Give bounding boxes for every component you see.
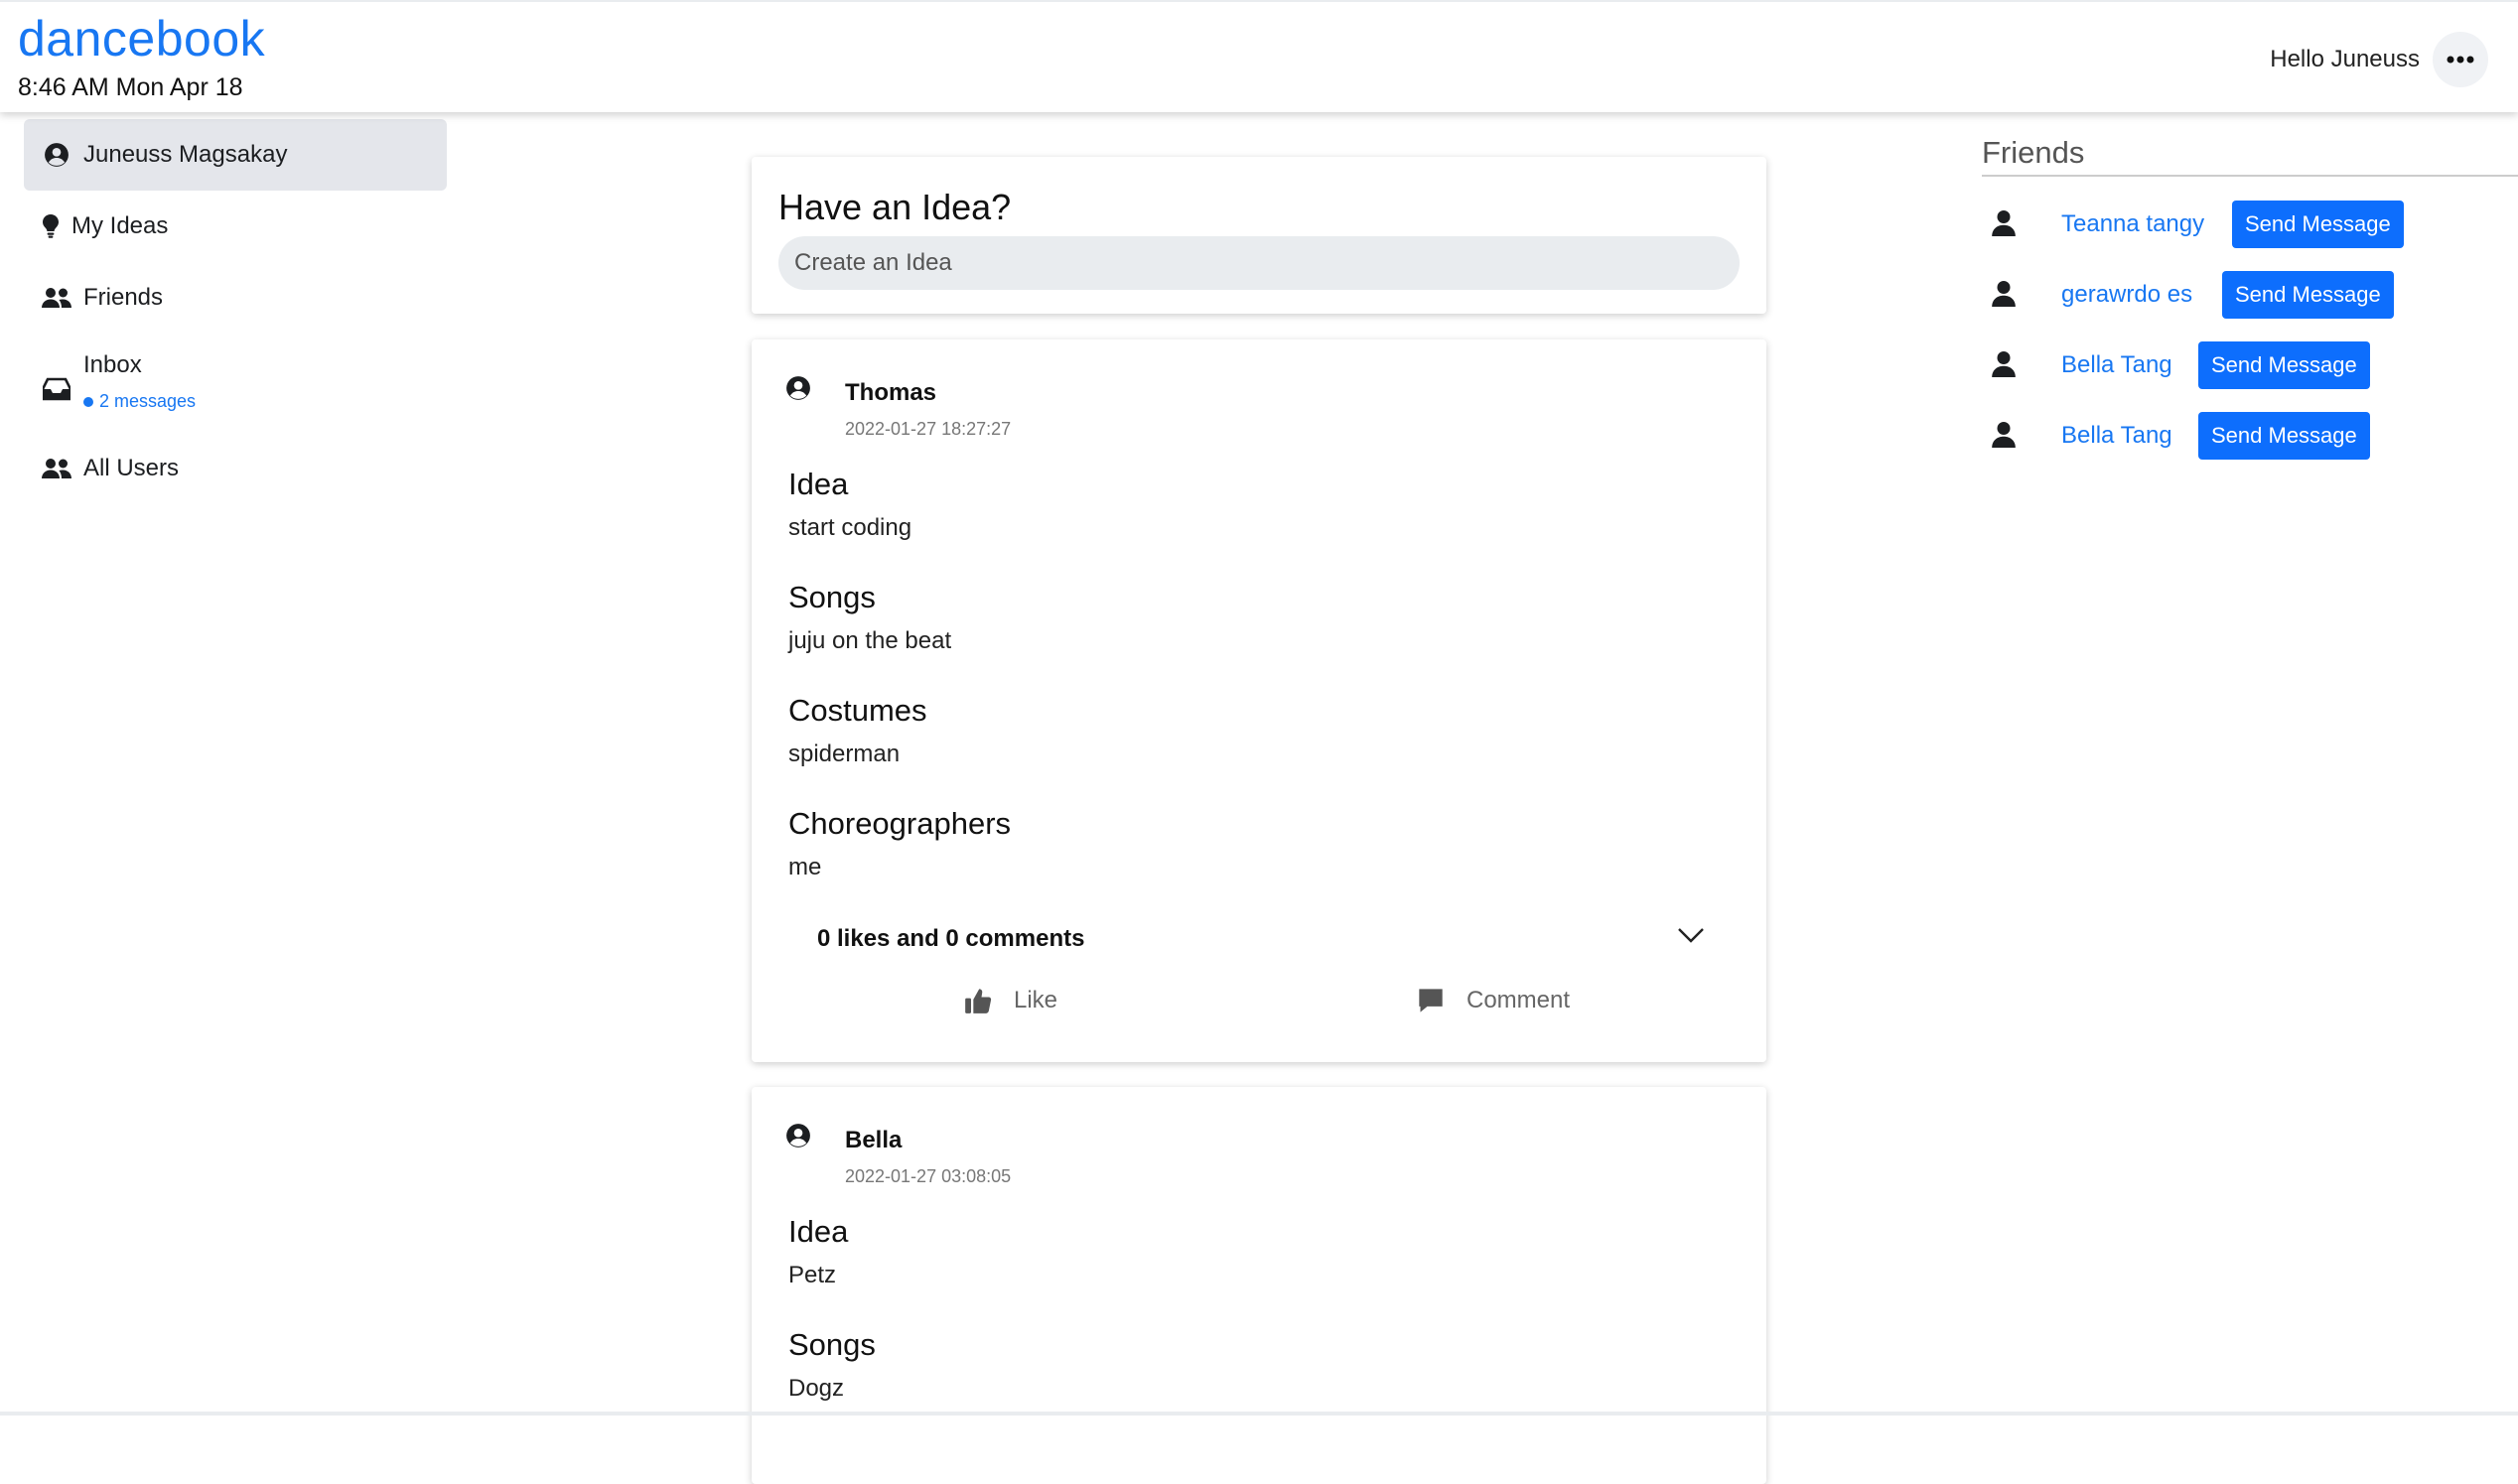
field-title-costumes: Costumes: [788, 693, 927, 728]
lightbulb-icon: [42, 212, 60, 240]
friend-row: Bella Tang Send Message: [1982, 402, 2518, 472]
inbox-icon: [42, 375, 71, 403]
field-title-idea: Idea: [788, 467, 849, 501]
comment-button[interactable]: Comment: [1417, 987, 1570, 1014]
send-message-button[interactable]: Send Message: [2198, 341, 2370, 389]
sidebar-item-label: Juneuss Magsakay: [83, 141, 288, 168]
field-title-songs: Songs: [788, 1327, 876, 1362]
idea-post: Thomas 2022-01-27 18:27:27 Idea start co…: [752, 339, 1766, 1062]
horizontal-scrollbar[interactable]: [0, 1412, 2518, 1416]
create-idea-input[interactable]: Create an Idea: [778, 236, 1740, 290]
friend-name-link[interactable]: Bella Tang: [2061, 351, 2172, 379]
more-dots-icon: [2447, 56, 2474, 64]
unread-dot-icon: [83, 396, 93, 407]
field-title-idea: Idea: [788, 1214, 849, 1249]
post-body: Idea start coding Songs juju on the beat…: [788, 467, 1727, 919]
user-circle-icon: [786, 1124, 810, 1147]
left-sidebar: Juneuss Magsakay My Ideas Friends Inbox …: [24, 119, 447, 504]
user-icon: [1992, 210, 2016, 236]
thumbs-up-icon: [965, 989, 992, 1013]
user-icon: [1992, 281, 2016, 307]
create-idea-title: Have an Idea?: [778, 187, 1012, 227]
send-message-button[interactable]: Send Message: [2232, 201, 2404, 248]
like-button[interactable]: Like: [964, 987, 1057, 1014]
users-icon: [42, 455, 71, 482]
greeting-text: Hello Juneuss: [2270, 46, 2420, 72]
field-value-idea: Petz: [788, 1262, 837, 1288]
sidebar-item-label: Friends: [83, 284, 164, 311]
sidebar-item-my-ideas[interactable]: My Ideas: [24, 191, 447, 262]
field-value-choreographers: me: [788, 854, 822, 880]
sidebar-item-profile[interactable]: Juneuss Magsakay: [24, 119, 447, 191]
sidebar-item-label: All Users: [83, 455, 180, 481]
friend-name-link[interactable]: Bella Tang: [2061, 422, 2172, 450]
send-message-button[interactable]: Send Message: [2222, 271, 2394, 319]
users-icon: [42, 284, 71, 312]
top-navbar: dancebook 8:46 AM Mon Apr 18 Hello Juneu…: [0, 0, 2518, 112]
more-options-button[interactable]: [2433, 32, 2488, 87]
user-icon: [1992, 422, 2016, 448]
friend-row: Teanna tangy Send Message: [1982, 191, 2518, 261]
clock-text: 8:46 AM Mon Apr 18: [18, 73, 243, 101]
post-author[interactable]: Thomas: [845, 379, 936, 407]
field-value-songs: juju on the beat: [788, 627, 952, 654]
comment-label: Comment: [1467, 987, 1571, 1013]
user-circle-icon: [786, 376, 810, 400]
sidebar-item-label: Inbox: [83, 351, 142, 378]
create-idea-card: Have an Idea? Create an Idea: [752, 157, 1766, 314]
sidebar-item-label: My Ideas: [71, 212, 169, 239]
comment-icon: [1419, 989, 1443, 1012]
friend-row: Bella Tang Send Message: [1982, 332, 2518, 402]
post-actions: Like Comment: [752, 987, 1766, 1026]
field-title-songs: Songs: [788, 580, 876, 614]
likes-comments-count[interactable]: 0 likes and 0 comments: [817, 925, 1084, 953]
field-value-idea: start coding: [788, 514, 912, 541]
sidebar-item-all-users[interactable]: All Users: [24, 433, 447, 504]
post-body: Idea Petz Songs Dogz: [788, 1214, 1727, 1440]
post-author[interactable]: Bella: [845, 1127, 902, 1154]
like-label: Like: [1014, 987, 1058, 1013]
inbox-messages-count: 2 messages: [99, 391, 197, 411]
send-message-button[interactable]: Send Message: [2198, 412, 2370, 460]
inbox-messages-badge[interactable]: 2 messages: [83, 391, 196, 412]
brand-logo[interactable]: dancebook: [18, 10, 265, 67]
idea-post: Bella 2022-01-27 03:08:05 Idea Petz Song…: [752, 1087, 1766, 1484]
friend-name-link[interactable]: gerawrdo es: [2061, 281, 2192, 309]
post-timestamp: 2022-01-27 18:27:27: [845, 419, 1012, 439]
post-timestamp: 2022-01-27 03:08:05: [845, 1166, 1012, 1186]
sidebar-item-inbox[interactable]: Inbox 2 messages: [24, 334, 447, 433]
field-value-costumes: spiderman: [788, 741, 901, 767]
friends-title: Friends: [1982, 135, 2518, 177]
field-value-songs: Dogz: [788, 1375, 845, 1402]
friend-row: gerawrdo es Send Message: [1982, 261, 2518, 332]
friends-panel: Friends Teanna tangy Send Message gerawr…: [1982, 135, 2518, 472]
field-title-choreographers: Choreographers: [788, 806, 1012, 841]
friend-name-link[interactable]: Teanna tangy: [2061, 210, 2204, 238]
user-circle-icon: [42, 141, 71, 169]
chevron-down-icon[interactable]: [1677, 925, 1705, 945]
sidebar-item-friends[interactable]: Friends: [24, 262, 447, 334]
user-icon: [1992, 351, 2016, 377]
